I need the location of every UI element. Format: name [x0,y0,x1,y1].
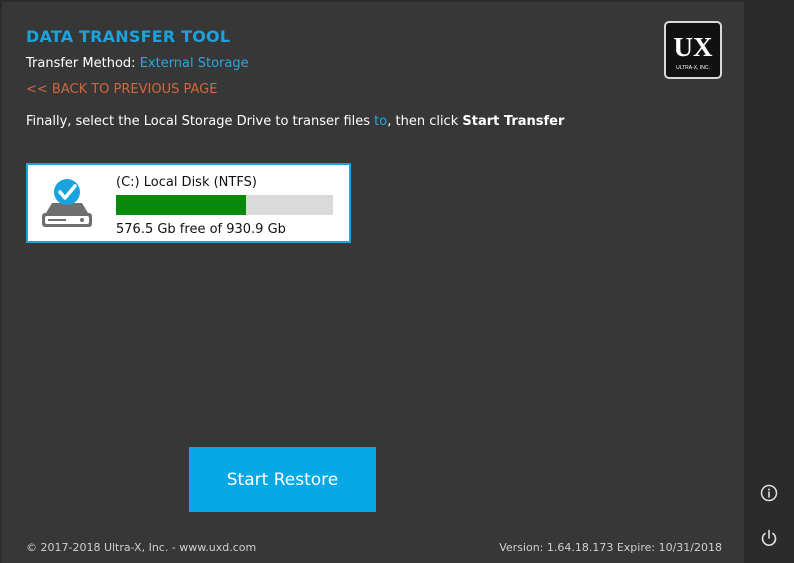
logo-text: UX [674,32,713,62]
drive-usage-bar [116,195,333,215]
back-link[interactable]: << BACK TO PREVIOUS PAGE [26,82,217,97]
drive-name: (C:) Local Disk (NTFS) [116,175,257,190]
power-icon[interactable] [758,527,780,549]
main-panel: DATA TRANSFER TOOL Transfer Method: Exte… [2,2,744,563]
instruction-text: Finally, select the Local Storage Drive … [26,114,564,129]
transfer-method-label: Transfer Method: [26,56,140,71]
start-restore-button[interactable]: Start Restore [189,447,376,512]
hard-drive-check-icon [38,177,96,233]
app-title: DATA TRANSFER TOOL [26,27,231,46]
info-icon[interactable] [758,482,780,504]
instruction-part1: Finally, select the Local Storage Drive … [26,114,375,129]
drive-usage-fill [116,195,247,215]
transfer-method: Transfer Method: External Storage [26,56,249,71]
instruction-part2: to [374,114,388,129]
instruction-part3: , then click [387,114,463,129]
logo-subtext: ULTRA-X, INC. [676,65,710,71]
side-bar [744,0,794,563]
ultra-x-logo: UX ULTRA-X, INC. [664,21,722,79]
drive-card-c[interactable]: (C:) Local Disk (NTFS) 576.5 Gb free of … [26,163,351,243]
version-info: Version: 1.64.18.173 Expire: 10/31/2018 [499,541,722,554]
drive-free-space: 576.5 Gb free of 930.9 Gb [116,222,286,237]
transfer-method-value: External Storage [139,56,249,71]
copyright: © 2017-2018 Ultra-X, Inc. - www.uxd.com [26,541,257,554]
instruction-part4: Start Transfer [462,114,565,129]
